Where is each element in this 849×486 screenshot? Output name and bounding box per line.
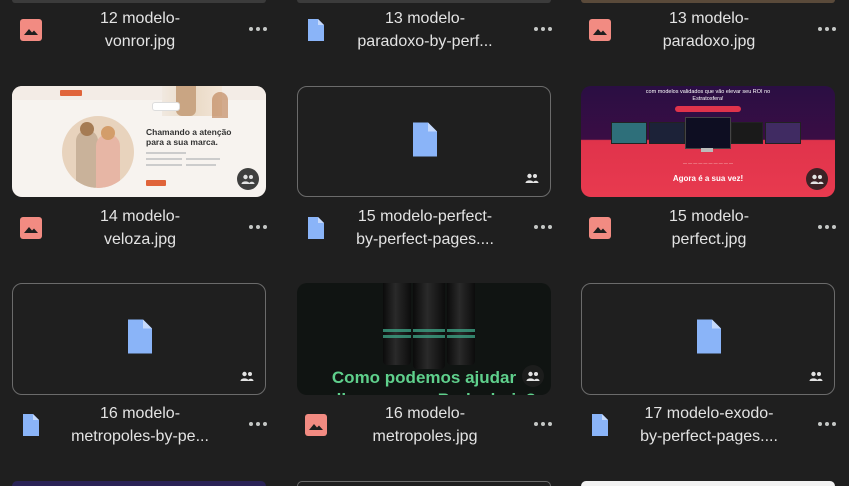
thumb-button: [146, 180, 166, 186]
image-icon: [20, 217, 42, 239]
thumbnail-doc[interactable]: [581, 283, 835, 395]
image-icon: [305, 414, 327, 436]
thumbnail-doc[interactable]: [297, 86, 551, 197]
doc-icon: [305, 217, 327, 239]
shared-people-icon: [236, 365, 258, 387]
thumbnail-veloza[interactable]: Chamando a atenção para a sua marca.: [12, 86, 266, 197]
file-name: 13 modelo-paradoxo.jpg: [662, 10, 756, 50]
thumbnail-metropoles[interactable]: Como podemos ajudar melhorar a sua Barba…: [297, 283, 551, 395]
more-options-icon[interactable]: [529, 18, 557, 40]
image-icon: [20, 19, 42, 41]
thumb-text-line: [186, 158, 220, 160]
file-item-15-perfect-doc[interactable]: 15 modelo-perfect-by-perfect-pages....: [297, 202, 565, 258]
thumb-text-line: [146, 158, 182, 160]
more-options-icon[interactable]: [529, 413, 557, 435]
thumb-chip: [152, 102, 180, 111]
more-options-icon[interactable]: [244, 18, 272, 40]
file-name: 15 modelo-perfect.jpg: [668, 208, 750, 248]
file-item-15-perfect-jpg[interactable]: 15 modelo-perfect.jpg: [581, 202, 849, 258]
shared-people-icon: [237, 168, 259, 190]
file-item-14-veloza[interactable]: 14 modelo-veloza.jpg: [12, 202, 280, 258]
image-icon: [589, 19, 611, 41]
thumb-text-line: [146, 152, 186, 154]
thumbnail-partial[interactable]: [581, 481, 835, 486]
thumbnail-partial[interactable]: [12, 481, 266, 486]
thumb-button: [60, 90, 82, 96]
thumbnail-partial[interactable]: [297, 481, 551, 486]
file-item-13-paradoxo-jpg[interactable]: 13 modelo-paradoxo.jpg: [581, 4, 849, 60]
file-item-13-paradoxo-doc[interactable]: 13 modelo-paradoxo-by-perf...: [297, 4, 565, 60]
thumb-headline: Como podemos ajudar melhorar a sua Barba…: [312, 368, 536, 395]
file-name: 14 modelo-veloza.jpg: [99, 208, 181, 248]
doc-icon: [694, 319, 722, 359]
thumb-bottle: [413, 283, 445, 369]
file-item-16-metropoles-jpg[interactable]: 16 modelo-metropoles.jpg: [297, 399, 565, 455]
image-icon: [589, 217, 611, 239]
thumbnail-doc[interactable]: [12, 283, 266, 395]
thumb-title: com modelos validados que vão elevar seu…: [645, 89, 771, 102]
thumb-tagline: Agora é a sua vez!: [672, 174, 744, 183]
thumb-decoration: [212, 92, 228, 118]
thumb-bottle: [447, 283, 475, 365]
thumbnail-partial[interactable]: [581, 0, 835, 3]
thumbnail-partial[interactable]: [12, 0, 266, 3]
shared-people-icon: [805, 365, 827, 387]
more-options-icon[interactable]: [244, 413, 272, 435]
thumb-small-text: — — — — — — — — — —: [682, 160, 733, 165]
file-item-12-vonror[interactable]: 12 modelo-vonror.jpg: [12, 4, 280, 60]
thumbnail-partial[interactable]: [297, 0, 551, 3]
file-name: 12 modelo-vonror.jpg: [99, 10, 181, 50]
doc-icon: [305, 19, 327, 41]
thumb-bottle: [383, 283, 411, 365]
file-name: 13 modelo-paradoxo-by-perf...: [357, 10, 493, 50]
more-options-icon[interactable]: [244, 216, 272, 238]
thumb-monitor: [685, 117, 731, 149]
shared-people-icon: [521, 167, 543, 189]
thumb-text-line: [146, 164, 182, 166]
thumb-headline: Chamando a atenção para a sua marca.: [146, 127, 232, 147]
more-options-icon[interactable]: [529, 216, 557, 238]
shared-people-icon: [522, 365, 544, 387]
thumb-photo-circle: [62, 116, 134, 188]
file-item-17-exodo-doc[interactable]: 17 modelo-exodo-by-perfect-pages....: [581, 399, 849, 455]
more-options-icon[interactable]: [813, 413, 841, 435]
doc-icon: [589, 414, 611, 436]
more-options-icon[interactable]: [813, 18, 841, 40]
doc-icon: [410, 122, 438, 161]
file-item-16-metropoles-doc[interactable]: 16 modelo-metropoles-by-pe...: [12, 399, 280, 455]
file-name: 15 modelo-perfect-by-perfect-pages....: [356, 208, 494, 248]
file-name: 16 modelo-metropoles-by-pe...: [71, 405, 209, 445]
thumb-button: [675, 106, 741, 112]
file-grid: 12 modelo-vonror.jpg 13 modelo-paradoxo-…: [0, 0, 849, 486]
more-options-icon[interactable]: [813, 216, 841, 238]
file-name: 17 modelo-exodo-by-perfect-pages....: [640, 405, 778, 445]
doc-icon: [20, 414, 42, 436]
thumb-monitor-stand: [701, 148, 713, 152]
file-name: 16 modelo-metropoles.jpg: [372, 405, 478, 445]
shared-people-icon: [806, 168, 828, 190]
thumb-text-line: [186, 164, 216, 166]
doc-icon: [125, 319, 153, 359]
thumbnail-perfect[interactable]: com modelos validados que vão elevar seu…: [581, 86, 835, 197]
